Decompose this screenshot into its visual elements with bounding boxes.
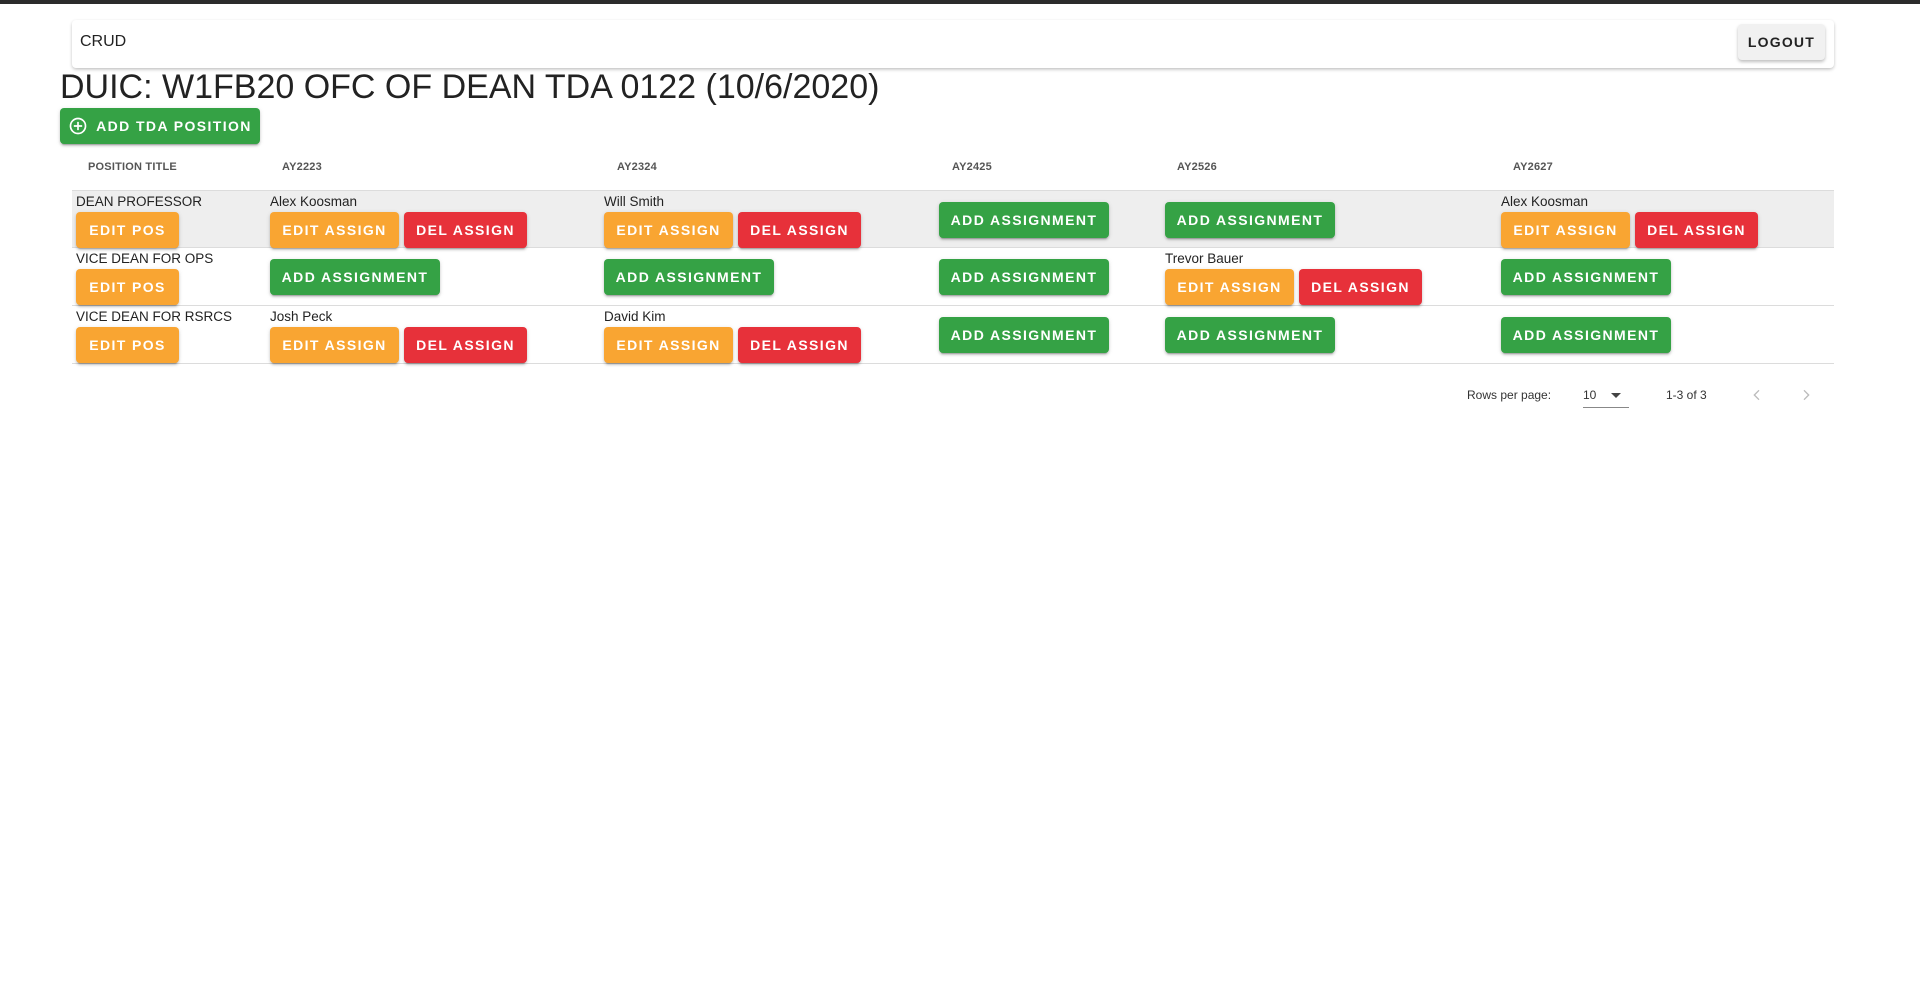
add-assignment-button[interactable]: ADD ASSIGNMENT: [1165, 202, 1335, 238]
assignment-actions: ADD ASSIGNMENT: [604, 259, 774, 295]
position-title: VICE DEAN FOR RSRCS: [76, 309, 233, 324]
add-tda-position-button[interactable]: ADD TDA POSITION: [60, 108, 260, 144]
dropdown-arrow-icon: [1611, 393, 1621, 398]
edit-assign-button[interactable]: EDIT ASSIGN: [1501, 212, 1630, 248]
table-header-row: POSITION TITLE AY2223 AY2324 AY2425 AY25…: [72, 150, 1834, 190]
previous-page-button[interactable]: [1742, 380, 1772, 410]
window-top-border: [0, 0, 1920, 4]
chevron-left-icon: [1753, 389, 1760, 401]
table-row: DEAN PROFESSOR EDIT POS Alex Koosman EDIT A…: [72, 190, 1834, 248]
logout-button[interactable]: LOGOUT: [1737, 24, 1825, 60]
assignment-actions: ADD ASSIGNMENT: [1165, 317, 1335, 353]
del-assign-button[interactable]: DEL ASSIGN: [1635, 212, 1758, 248]
rows-per-page-label: Rows per page:: [1467, 388, 1552, 402]
add-assignment-button[interactable]: ADD ASSIGNMENT: [1501, 259, 1671, 295]
del-assign-button[interactable]: DEL ASSIGN: [1299, 269, 1422, 305]
edit-pos-button[interactable]: EDIT POS: [76, 269, 179, 305]
assignee-name: Josh Peck: [270, 309, 333, 324]
app-title: CRUD: [80, 33, 127, 50]
assignment-actions: ADD ASSIGNMENT: [1501, 259, 1671, 295]
plus-circle-icon: [69, 117, 87, 135]
column-header-ay2425: AY2425: [952, 161, 992, 173]
assignment-actions: ADD ASSIGNMENT: [939, 202, 1109, 238]
rows-per-page-select[interactable]: 10: [1583, 382, 1629, 408]
assignment-actions: ADD ASSIGNMENT: [1501, 317, 1671, 353]
assignment-actions: EDIT ASSIGN DEL ASSIGN: [604, 212, 861, 248]
table-body: DEAN PROFESSOR EDIT POS Alex Koosman EDIT A…: [72, 190, 1834, 364]
assignment-actions: EDIT ASSIGN DEL ASSIGN: [1165, 269, 1422, 305]
edit-pos-button[interactable]: EDIT POS: [76, 327, 179, 363]
del-assign-button[interactable]: DEL ASSIGN: [738, 212, 861, 248]
assignee-name: Will Smith: [604, 194, 664, 209]
assignment-actions: ADD ASSIGNMENT: [1165, 202, 1335, 238]
assignment-actions: EDIT ASSIGN DEL ASSIGN: [270, 212, 527, 248]
edit-assign-button[interactable]: EDIT ASSIGN: [1165, 269, 1294, 305]
table-row: VICE DEAN FOR OPS EDIT POS ADD ASSIGNMENT A…: [72, 248, 1834, 306]
pagination: Rows per page: 10 1-3 of 3: [0, 378, 1920, 414]
add-assignment-button[interactable]: ADD ASSIGNMENT: [1165, 317, 1335, 353]
assignment-actions: ADD ASSIGNMENT: [939, 317, 1109, 353]
add-assignment-button[interactable]: ADD ASSIGNMENT: [939, 317, 1109, 353]
column-header-ay2223: AY2223: [282, 161, 322, 173]
chevron-right-icon: [1803, 389, 1810, 401]
assignment-actions: ADD ASSIGNMENT: [270, 259, 440, 295]
add-tda-position-label: ADD TDA POSITION: [96, 118, 252, 134]
add-assignment-button[interactable]: ADD ASSIGNMENT: [270, 259, 440, 295]
page-range-text: 1-3 of 3: [1666, 388, 1707, 402]
edit-assign-button[interactable]: EDIT ASSIGN: [270, 212, 399, 248]
page-title: DUIC: W1FB20 OFC OF DEAN TDA 0122 (10/6/…: [60, 68, 880, 106]
add-assignment-button[interactable]: ADD ASSIGNMENT: [604, 259, 774, 295]
edit-assign-button[interactable]: EDIT ASSIGN: [604, 327, 733, 363]
edit-pos-button[interactable]: EDIT POS: [76, 212, 179, 248]
assignment-actions: EDIT ASSIGN DEL ASSIGN: [270, 327, 527, 363]
next-page-button[interactable]: [1791, 380, 1821, 410]
rows-per-page-value: 10: [1583, 388, 1597, 402]
edit-assign-button[interactable]: EDIT ASSIGN: [270, 327, 399, 363]
del-assign-button[interactable]: DEL ASSIGN: [738, 327, 861, 363]
assignee-name: David Kim: [604, 309, 666, 324]
assignee-name: Trevor Bauer: [1165, 251, 1244, 266]
assignment-actions: ADD ASSIGNMENT: [939, 259, 1109, 295]
column-header-ay2627: AY2627: [1513, 161, 1553, 173]
table-row: VICE DEAN FOR RSRCS EDIT POS Josh Peck EDIT…: [72, 306, 1834, 364]
column-header-ay2324: AY2324: [617, 161, 657, 173]
edit-assign-button[interactable]: EDIT ASSIGN: [604, 212, 733, 248]
del-assign-button[interactable]: DEL ASSIGN: [404, 327, 527, 363]
app-bar: CRUD LOGOUT: [72, 20, 1834, 68]
assignment-actions: EDIT ASSIGN DEL ASSIGN: [604, 327, 861, 363]
position-title: VICE DEAN FOR OPS: [76, 251, 214, 266]
assignee-name: Alex Koosman: [270, 194, 358, 209]
column-header-position-title: POSITION TITLE: [88, 161, 177, 173]
assignee-name: Alex Koosman: [1501, 194, 1589, 209]
del-assign-button[interactable]: DEL ASSIGN: [404, 212, 527, 248]
add-assignment-button[interactable]: ADD ASSIGNMENT: [939, 202, 1109, 238]
add-assignment-button[interactable]: ADD ASSIGNMENT: [1501, 317, 1671, 353]
tda-positions-table: POSITION TITLE AY2223 AY2324 AY2425 AY25…: [72, 150, 1834, 364]
position-title: DEAN PROFESSOR: [76, 194, 203, 209]
column-header-ay2526: AY2526: [1177, 161, 1217, 173]
assignment-actions: EDIT ASSIGN DEL ASSIGN: [1501, 212, 1758, 248]
add-assignment-button[interactable]: ADD ASSIGNMENT: [939, 259, 1109, 295]
